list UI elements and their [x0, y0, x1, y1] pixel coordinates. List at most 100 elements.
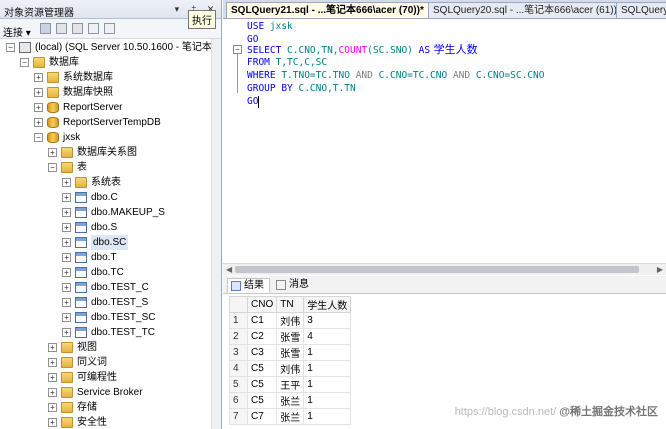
- tree-node[interactable]: + 数据库关系图: [0, 145, 221, 160]
- collapse-icon[interactable]: −: [34, 133, 43, 142]
- tree-node[interactable]: − jxsk: [0, 130, 221, 145]
- expand-icon[interactable]: +: [62, 313, 71, 322]
- tree-node[interactable]: + dbo.TEST_TC: [0, 325, 221, 340]
- tree-node[interactable]: + Service Broker: [0, 385, 221, 400]
- tree-node[interactable]: + 可编程性: [0, 370, 221, 385]
- row-number[interactable]: 7: [229, 408, 248, 425]
- cell-cno[interactable]: C1: [246, 312, 278, 329]
- cell-tn[interactable]: 王平: [276, 376, 305, 393]
- cell-count[interactable]: 1: [303, 408, 352, 425]
- collapse-icon[interactable]: −: [48, 163, 57, 172]
- cell-tn[interactable]: 刘伟: [276, 312, 305, 329]
- tree-node[interactable]: + dbo.TEST_S: [0, 295, 221, 310]
- expand-icon[interactable]: +: [62, 178, 71, 187]
- table-row[interactable]: 4 C5 刘伟 1: [229, 360, 352, 377]
- expand-icon[interactable]: +: [34, 88, 43, 97]
- expand-icon[interactable]: +: [48, 343, 57, 352]
- query-editor[interactable]: − USE jxsk GO SELECT C.CNO,TN,COUNT(SC.S…: [223, 19, 666, 263]
- tree-node[interactable]: + dbo.C: [0, 190, 221, 205]
- expand-icon[interactable]: +: [48, 418, 57, 427]
- scroll-thumb[interactable]: [235, 266, 639, 273]
- connect-button[interactable]: 连接 ▾: [3, 24, 31, 39]
- table-row[interactable]: 2 C2 张雪 4: [229, 328, 352, 345]
- cell-cno[interactable]: C7: [246, 408, 278, 425]
- row-number[interactable]: 1: [229, 312, 248, 329]
- tree-node[interactable]: + dbo.TC: [0, 265, 221, 280]
- tree-node[interactable]: + 安全性: [0, 415, 221, 429]
- tab-results[interactable]: 结果: [227, 278, 270, 293]
- tab-sqlquery20[interactable]: SQLQuery20.sql - ...笔记本666\acer (61))*: [428, 2, 626, 18]
- tree-node[interactable]: + 视图: [0, 340, 221, 355]
- tree-node[interactable]: + 数据库快照: [0, 85, 221, 100]
- cell-tn[interactable]: 张兰: [276, 408, 305, 425]
- row-number-header[interactable]: [229, 296, 248, 313]
- editor-horizontal-scrollbar[interactable]: ◀ ▶: [223, 263, 666, 275]
- tree-node[interactable]: + 同义词: [0, 355, 221, 370]
- table-row[interactable]: 5 C5 王平 1: [229, 376, 352, 393]
- row-number[interactable]: 4: [229, 360, 248, 377]
- column-header-count[interactable]: 学生人数: [303, 296, 352, 313]
- table-row[interactable]: 7 C7 张兰 1: [229, 408, 352, 425]
- table-row[interactable]: 3 C3 张雪 1: [229, 344, 352, 361]
- cell-count[interactable]: 4: [303, 328, 352, 345]
- tab-messages[interactable]: 消息: [273, 278, 314, 293]
- expand-icon[interactable]: +: [62, 223, 71, 232]
- expand-icon[interactable]: +: [34, 118, 43, 127]
- tree-node[interactable]: + dbo.TEST_SC: [0, 310, 221, 325]
- cell-tn[interactable]: 刘伟: [276, 360, 305, 377]
- cell-tn[interactable]: 张雪: [276, 328, 305, 345]
- scroll-left-icon[interactable]: ◀: [226, 265, 232, 274]
- collapse-icon[interactable]: −: [20, 58, 29, 67]
- expand-icon[interactable]: +: [48, 388, 57, 397]
- expand-icon[interactable]: +: [48, 148, 57, 157]
- expand-icon[interactable]: +: [48, 373, 57, 382]
- tree-node[interactable]: + dbo.TEST_C: [0, 280, 221, 295]
- results-grid[interactable]: CNO TN 学生人数 1 C1 刘伟 3 2 C2 张雪 4 3 C3 张雪 1 4 C5 刘伟 1 5 C5 王…: [229, 296, 352, 425]
- tree-node[interactable]: + 系统表: [0, 175, 221, 190]
- cell-cno[interactable]: C2: [246, 328, 278, 345]
- stop-icon[interactable]: [72, 23, 83, 34]
- expand-icon[interactable]: +: [48, 358, 57, 367]
- scroll-right-icon[interactable]: ▶: [657, 265, 663, 274]
- expand-icon[interactable]: +: [34, 73, 43, 82]
- collapse-icon[interactable]: −: [6, 43, 15, 52]
- tree-node[interactable]: + dbo.S: [0, 220, 221, 235]
- filter-icon[interactable]: [88, 23, 99, 34]
- cell-count[interactable]: 1: [303, 360, 352, 377]
- row-number[interactable]: 6: [229, 392, 248, 409]
- connect-object-icon[interactable]: [40, 23, 51, 34]
- expand-icon[interactable]: +: [62, 268, 71, 277]
- table-row[interactable]: 1 C1 刘伟 3: [229, 312, 352, 329]
- tree-node[interactable]: − (local) (SQL Server 10.50.1600 - 笔记本666…: [0, 40, 221, 55]
- tree-node[interactable]: − 数据库: [0, 55, 221, 70]
- row-number[interactable]: 5: [229, 376, 248, 393]
- table-row[interactable]: 6 C5 张兰 1: [229, 392, 352, 409]
- tree-node[interactable]: + 系统数据库: [0, 70, 221, 85]
- row-number[interactable]: 2: [229, 328, 248, 345]
- cell-count[interactable]: 1: [303, 344, 352, 361]
- cell-cno[interactable]: C5: [246, 392, 278, 409]
- cell-cno[interactable]: C5: [246, 360, 278, 377]
- expand-icon[interactable]: +: [34, 103, 43, 112]
- tree-node[interactable]: + ReportServer: [0, 100, 221, 115]
- cell-cno[interactable]: C3: [246, 344, 278, 361]
- tree-node[interactable]: + dbo.MAKEUP_S: [0, 205, 221, 220]
- expand-icon[interactable]: +: [62, 208, 71, 217]
- cell-tn[interactable]: 张雪: [276, 344, 305, 361]
- expand-icon[interactable]: +: [62, 238, 71, 247]
- object-explorer-scrollbar[interactable]: [211, 39, 221, 429]
- row-number[interactable]: 3: [229, 344, 248, 361]
- dropdown-icon[interactable]: ▾: [171, 3, 182, 15]
- cell-count[interactable]: 3: [303, 312, 352, 329]
- tree-node[interactable]: + dbo.SC: [0, 235, 221, 250]
- expand-icon[interactable]: +: [62, 253, 71, 262]
- expand-icon[interactable]: +: [62, 283, 71, 292]
- refresh-icon[interactable]: [104, 23, 115, 34]
- tab-sqlquery19[interactable]: SQLQuery19: [616, 2, 666, 18]
- expand-icon[interactable]: +: [62, 193, 71, 202]
- column-header-tn[interactable]: TN: [276, 296, 305, 313]
- column-header-cno[interactable]: CNO: [246, 296, 278, 313]
- tree-node[interactable]: − 表: [0, 160, 221, 175]
- tree-node[interactable]: + dbo.T: [0, 250, 221, 265]
- tab-sqlquery21[interactable]: SQLQuery21.sql - ...笔记本666\acer (70))* ✕: [226, 2, 444, 18]
